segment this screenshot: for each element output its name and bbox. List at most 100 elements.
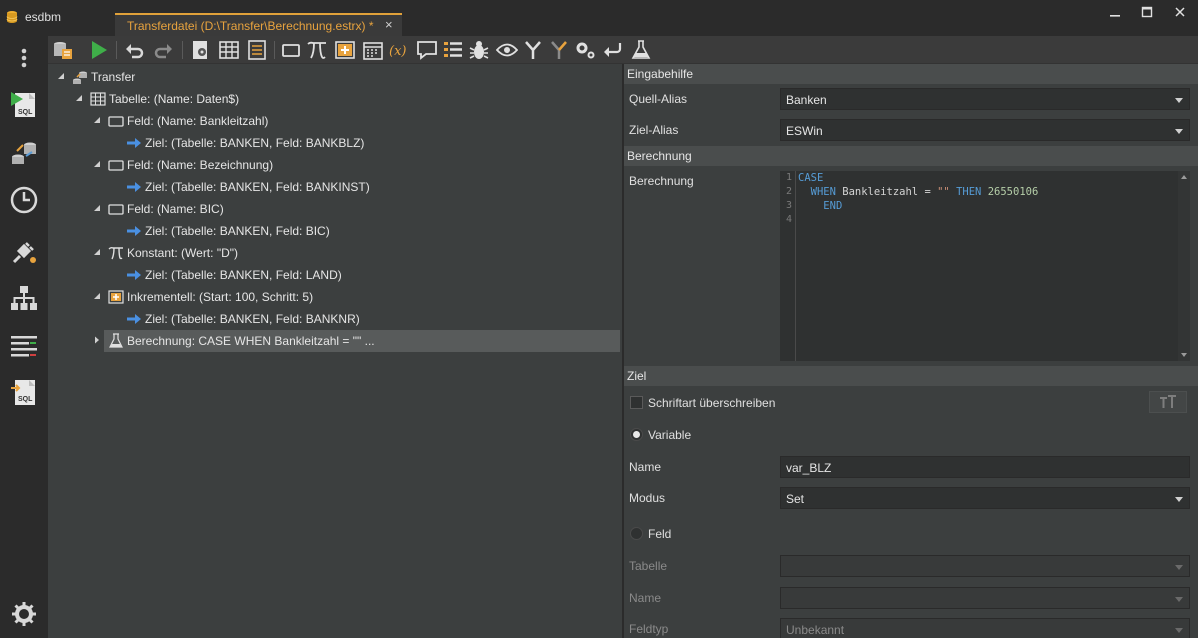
merge-icon[interactable] xyxy=(522,39,544,61)
tree-node-label: Inkrementell: (Start: 100, Schritt: 5) xyxy=(127,290,314,304)
collapse-icon[interactable] xyxy=(75,94,83,102)
close-window-button[interactable] xyxy=(1170,6,1190,22)
code-scrollbar[interactable] xyxy=(1178,171,1190,361)
constant-icon[interactable] xyxy=(306,39,328,61)
tree-node-label: Feld: (Name: Bezeichnung) xyxy=(127,158,274,172)
field-name-dropdown[interactable] xyxy=(780,587,1190,609)
tab-transfer-file[interactable]: Transferdatei (D:\Transfer\Berechnung.es… xyxy=(115,13,402,36)
hierarchy-icon[interactable] xyxy=(8,282,40,314)
toolbar-separator xyxy=(274,41,275,59)
chevron-down-icon xyxy=(1175,497,1183,502)
keyword: WHEN xyxy=(810,186,836,198)
collapse-icon[interactable] xyxy=(57,72,65,80)
menu-icon[interactable] xyxy=(8,42,40,74)
test-icon[interactable] xyxy=(630,39,652,61)
tree-node-constant[interactable]: Konstant: (Wert: "D") xyxy=(48,242,622,264)
target-alias-label: Ziel-Alias xyxy=(629,123,679,137)
tree-node-increment[interactable]: Inkrementell: (Start: 100, Schritt: 5) xyxy=(48,286,622,308)
tree-node-table[interactable]: Tabelle: (Name: Daten$) xyxy=(48,88,622,110)
field-type-dropdown[interactable]: Unbekannt xyxy=(780,618,1190,638)
redo-icon[interactable] xyxy=(152,39,174,61)
collapse-icon[interactable] xyxy=(93,204,101,212)
tree-node-target[interactable]: Ziel: (Tabelle: BANKEN, Feld: BIC) xyxy=(48,220,622,242)
mode-value: Set xyxy=(786,492,805,506)
expand-icon[interactable] xyxy=(93,336,101,344)
variable-label: Variable xyxy=(648,428,692,442)
properties-icon[interactable] xyxy=(442,39,464,61)
collapse-icon[interactable] xyxy=(93,292,101,300)
field-icon[interactable] xyxy=(280,39,302,61)
comment-icon[interactable] xyxy=(416,39,438,61)
run-icon[interactable] xyxy=(88,39,110,61)
transfer-icon[interactable] xyxy=(8,136,40,168)
field-icon xyxy=(108,204,124,215)
connection-icon[interactable] xyxy=(8,236,40,268)
table-dropdown[interactable] xyxy=(780,555,1190,577)
field-type-label: Feldtyp xyxy=(629,622,669,636)
options-icon[interactable] xyxy=(574,39,596,61)
sql-run-icon[interactable]: SQL xyxy=(8,88,40,120)
debug-icon[interactable] xyxy=(468,39,490,61)
field-radio[interactable] xyxy=(630,527,643,540)
calendar-icon[interactable] xyxy=(362,39,384,61)
table-icon[interactable] xyxy=(218,39,240,61)
preview-icon[interactable] xyxy=(496,39,518,61)
history-icon[interactable] xyxy=(8,184,40,216)
return-icon[interactable] xyxy=(602,39,624,61)
minimize-button[interactable] xyxy=(1105,6,1125,22)
line-number: 3 xyxy=(785,200,792,211)
mode-dropdown[interactable]: Set xyxy=(780,487,1190,509)
variable-icon[interactable]: (x) xyxy=(388,39,410,61)
tree-node-field[interactable]: Feld: (Name: Bankleitzahl) xyxy=(48,110,622,132)
line-number: 4 xyxy=(785,214,792,225)
toolbar-separator xyxy=(182,41,183,59)
tree-node-target[interactable]: Ziel: (Tabelle: BANKEN, Feld: LAND) xyxy=(48,264,622,286)
increment-icon[interactable] xyxy=(334,39,356,61)
svg-text:SQL: SQL xyxy=(18,396,33,403)
list-icon[interactable] xyxy=(246,39,268,61)
merge-alt-icon[interactable] xyxy=(548,39,570,61)
tree-node-label: Berechnung: CASE WHEN Bankleitzahl = "" … xyxy=(127,334,375,348)
source-alias-label: Quell-Alias xyxy=(629,92,688,106)
maximize-button[interactable] xyxy=(1137,6,1157,22)
calculation-code-editor[interactable]: 1 2 3 4 CASE WHEN Bankleitzahl = "" THEN… xyxy=(780,171,1190,361)
tree-node-transfer[interactable]: Transfer xyxy=(48,66,622,88)
tree-node-target[interactable]: Ziel: (Tabelle: BANKEN, Feld: BANKNR) xyxy=(48,308,622,330)
tree-node-target[interactable]: Ziel: (Tabelle: BANKEN, Feld: BANKINST) xyxy=(48,176,622,198)
variable-radio[interactable] xyxy=(630,428,643,441)
table-icon xyxy=(90,92,106,106)
table-settings-icon[interactable] xyxy=(190,39,212,61)
override-font-checkbox[interactable] xyxy=(630,396,643,409)
minimize-icon xyxy=(1110,15,1120,17)
arrow-right-icon xyxy=(127,314,141,324)
undo-icon[interactable] xyxy=(124,39,146,61)
tree-node-field[interactable]: Feld: (Name: BIC) xyxy=(48,198,622,220)
database-list-icon[interactable] xyxy=(52,39,74,61)
tree-node-label: Feld: (Name: Bankleitzahl) xyxy=(127,114,269,128)
collapse-icon[interactable] xyxy=(93,116,101,124)
chevron-down-icon xyxy=(1175,98,1183,103)
keyword: END xyxy=(823,200,843,212)
scroll-down-icon[interactable] xyxy=(1181,353,1187,357)
settings-icon[interactable] xyxy=(8,598,40,630)
tree-node-calculation[interactable]: Berechnung: CASE WHEN Bankleitzahl = "" … xyxy=(48,330,622,352)
tab-close-icon[interactable]: × xyxy=(385,17,393,32)
target-alias-dropdown[interactable]: ESWin xyxy=(780,119,1190,141)
collapse-icon[interactable] xyxy=(93,248,101,256)
source-alias-dropdown[interactable]: Banken xyxy=(780,88,1190,110)
collapse-icon[interactable] xyxy=(93,160,101,168)
field-label: Feld xyxy=(648,527,672,541)
svg-text:(x): (x) xyxy=(389,44,406,59)
compare-icon[interactable] xyxy=(8,330,40,362)
font-settings-button[interactable] xyxy=(1149,391,1187,413)
tree-node-target[interactable]: Ziel: (Tabelle: BANKEN, Feld: BANKBLZ) xyxy=(48,132,622,154)
constant-icon xyxy=(108,246,123,260)
source-alias-value: Banken xyxy=(786,93,827,107)
tree-node-label: Transfer xyxy=(91,70,136,84)
arrow-right-icon xyxy=(127,270,141,280)
tree-node-field[interactable]: Feld: (Name: Bezeichnung) xyxy=(48,154,622,176)
toolbar: (x) xyxy=(48,36,1198,64)
scroll-up-icon[interactable] xyxy=(1181,175,1187,179)
sql-import-icon[interactable]: SQL xyxy=(8,376,40,408)
variable-name-input[interactable]: var_BLZ xyxy=(780,456,1190,478)
